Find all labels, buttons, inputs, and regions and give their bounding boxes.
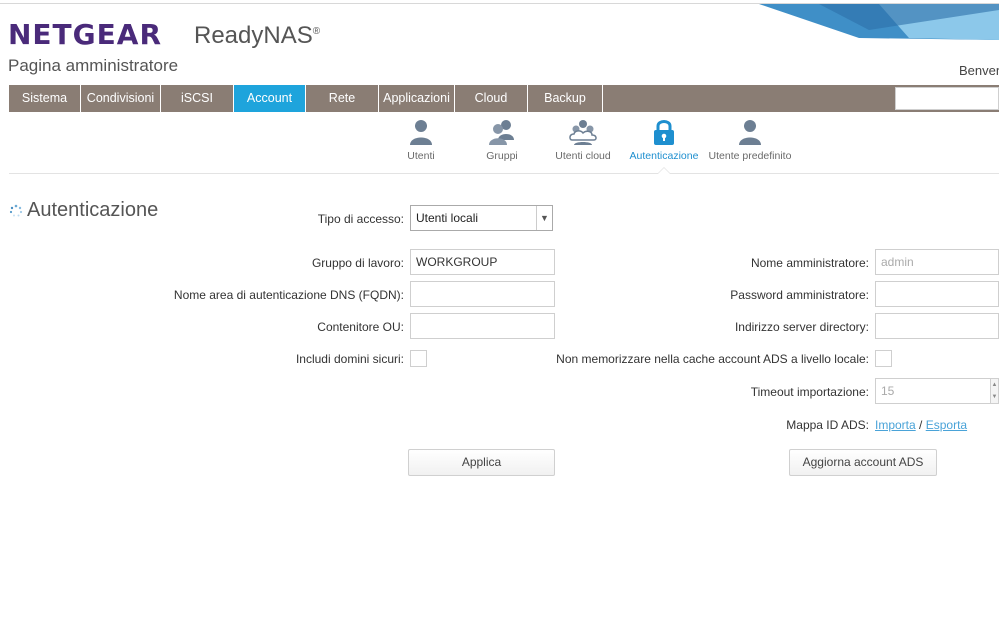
import-timeout-input[interactable]: 15 [875,378,991,404]
subnav-item-utente-predefinito[interactable]: Utente predefinito [706,118,794,162]
admin-password-input[interactable] [875,281,999,307]
directory-server-input[interactable] [875,313,999,339]
subnav-label: Utenti [407,150,435,162]
import-link[interactable]: Importa [875,418,916,432]
nav-search-box[interactable] [895,87,999,110]
access-type-label: Tipo di accesso: [317,212,404,226]
subnav-label: Utente predefinito [708,150,792,162]
import-timeout-stepper[interactable]: ▲ ▼ [991,378,999,404]
ou-container-input[interactable] [410,313,555,339]
import-timeout-label: Timeout importazione: [750,385,869,399]
header-decoration [759,4,999,40]
update-ads-button[interactable]: Aggiorna account ADS [789,449,937,476]
link-separator: / [919,418,923,432]
chevron-down-icon: ▼ [536,206,552,230]
dns-realm-input[interactable] [410,281,555,307]
dns-realm-label: Nome area di autenticazione DNS (FQDN): [173,288,404,302]
tab-rete[interactable]: Rete [306,85,379,112]
product-name: ReadyNAS® [194,22,320,50]
admin-name-input[interactable]: admin [875,249,999,275]
subnav-item-utenti-cloud[interactable]: Utenti cloud [553,118,613,162]
lock-icon [654,120,674,145]
workgroup-input[interactable]: WORKGROUP [410,249,555,275]
subnav-item-gruppi[interactable]: Gruppi [482,118,522,162]
default-user-icon [739,120,761,145]
product-name-text: ReadyNAS [194,22,313,49]
trusted-domains-checkbox[interactable] [410,350,427,367]
subnav-item-autenticazione[interactable]: Autenticazione [628,118,700,162]
admin-name-label: Nome amministratore: [750,256,869,270]
workgroup-label: Gruppo di lavoro: [311,256,404,270]
tab-iscsi[interactable]: iSCSI [161,85,234,112]
subnav-label: Autenticazione [629,150,699,162]
loading-spinner-icon [9,204,23,216]
main-nav: Sistema Condivisioni iSCSI Account Rete … [9,85,999,112]
apply-button[interactable]: Applica [408,449,555,476]
page-title-text: Autenticazione [27,199,159,221]
ads-id-map-links: Importa / Esporta [875,418,967,432]
subnav-divider [9,173,999,174]
access-type-select[interactable]: Utenti locali ▼ [410,205,553,231]
ou-container-label: Contenitore OU: [317,320,404,334]
sub-nav: Utenti Gruppi Utenti cloud Autenticazion… [0,118,999,174]
no-cache-checkbox[interactable] [875,350,892,367]
user-icon [410,120,432,145]
netgear-logo: NETGEAR [8,18,162,51]
subnav-item-utenti[interactable]: Utenti [401,118,441,162]
tab-backup[interactable]: Backup [528,85,603,112]
welcome-text: Benvenuto [959,63,999,78]
registered-mark: ® [312,26,321,37]
no-cache-label: Non memorizzare nella cache account ADS … [556,352,869,366]
subnav-label: Gruppi [486,150,518,162]
tab-applicazioni[interactable]: Applicazioni [379,85,455,112]
group-icon [489,120,514,145]
export-link[interactable]: Esporta [926,418,967,432]
ads-id-map-label: Mappa ID ADS: [786,418,869,432]
directory-server-label: Indirizzo server directory: [734,320,869,334]
tab-cloud[interactable]: Cloud [455,85,528,112]
admin-password-label: Password amministratore: [730,288,869,302]
cloud-users-icon [569,120,597,145]
subnav-label: Utenti cloud [555,150,611,162]
page-subtitle: Pagina amministratore [8,56,179,75]
access-type-value: Utenti locali [416,211,479,225]
active-tab-pointer [657,167,671,174]
page-title: Autenticazione [9,199,158,222]
tab-condivisioni[interactable]: Condivisioni [81,85,161,112]
tab-account[interactable]: Account [234,85,306,112]
tab-sistema[interactable]: Sistema [9,85,81,112]
trusted-domains-label: Includi domini sicuri: [295,352,404,366]
